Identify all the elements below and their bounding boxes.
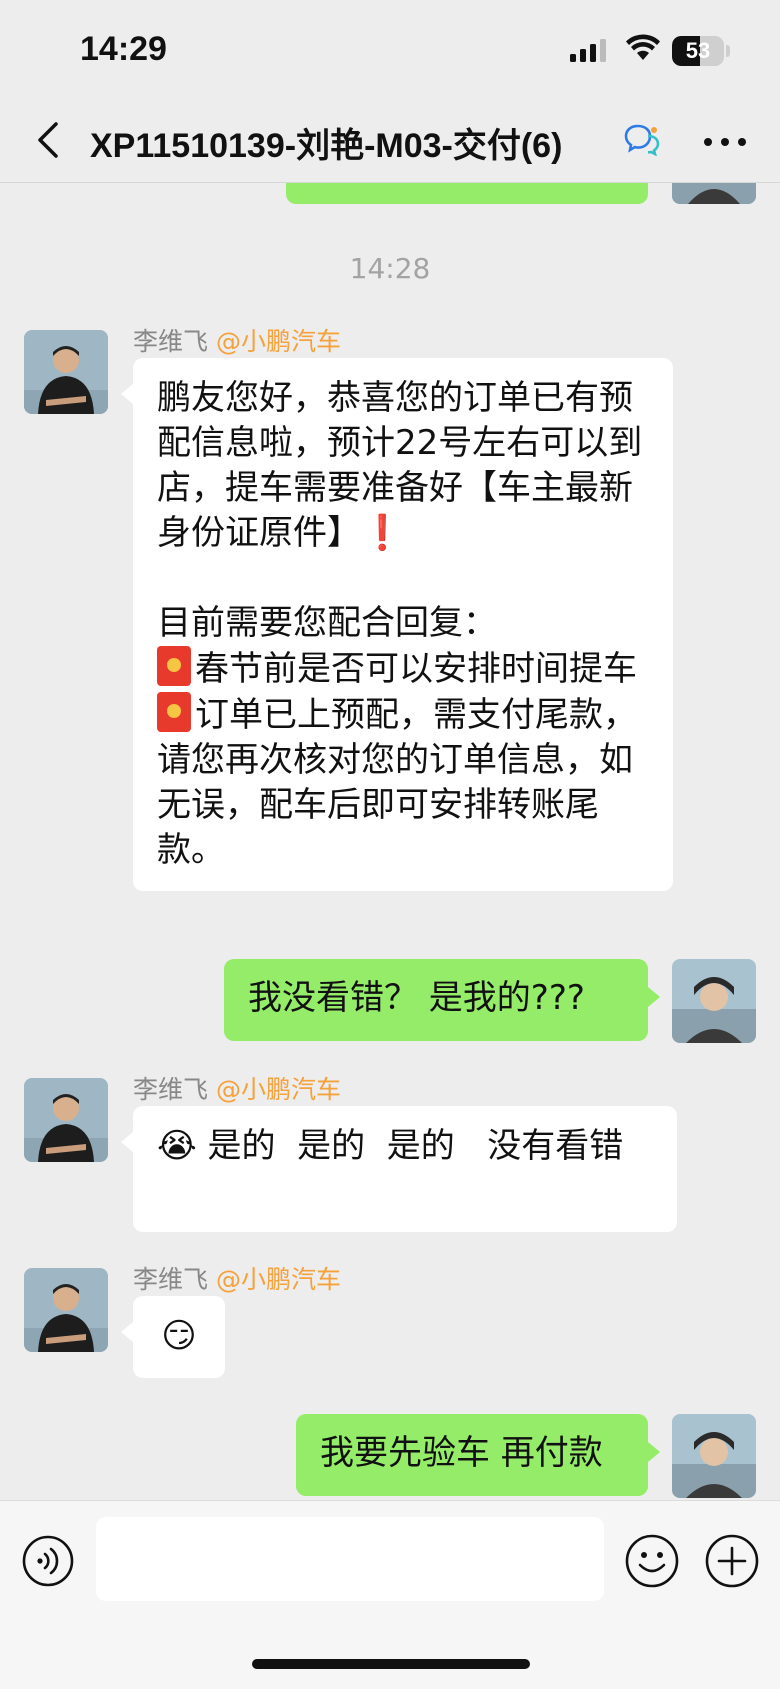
voice-icon[interactable] [22, 1535, 74, 1587]
status-bar: 14:29 53 [0, 0, 780, 100]
message-text: 是的 是的 是的 没有看错 [196, 1126, 624, 1166]
sender-display-name: 李维飞 [133, 1075, 209, 1104]
message-text: 目前需要您配合回复： [157, 603, 497, 643]
status-time: 14:29 [80, 30, 167, 68]
red-envelope-icon [157, 646, 191, 686]
more-dots-icon[interactable] [700, 122, 750, 162]
avatar[interactable] [672, 1414, 756, 1498]
message-bubble[interactable]: 我没看错？ 是我的??? [224, 959, 660, 1041]
message-bubble[interactable]: 鹏友您好，恭喜您的订单已有预配信息啦，预计22号左右可以到店，提车需要准备好【车… [121, 358, 673, 891]
sender-org-tag: @小鹏汽车 [215, 327, 341, 356]
wifi-icon [626, 34, 660, 60]
avatar[interactable] [24, 330, 108, 414]
avatar[interactable] [24, 1078, 108, 1162]
chat-message-list[interactable]: 14:28 李维飞 @小鹏汽车 鹏友您好，恭喜您的订单已有预配信息啦，预计22号… [0, 182, 780, 1500]
home-indicator[interactable] [252, 1659, 530, 1669]
message-bubble[interactable]: 😭 是的 是的 是的 没有看错 [121, 1106, 677, 1232]
avatar[interactable] [672, 959, 756, 1043]
plus-icon[interactable] [704, 1533, 760, 1589]
sender-display-name: 李维飞 [133, 1265, 209, 1294]
avatar[interactable] [24, 1268, 108, 1352]
sender-org-tag: @小鹏汽车 [215, 1075, 341, 1104]
chat-bubbles-icon[interactable] [624, 122, 660, 156]
message-text: 订单已上预配，需支付尾款，请您再次核对您的订单信息，如无误，配车后即可安排转账尾… [157, 695, 637, 870]
sender-org-tag: @小鹏汽车 [215, 1265, 341, 1294]
avatar[interactable] [672, 182, 756, 204]
cellular-signal-icon [570, 39, 606, 62]
input-bar [0, 1500, 780, 1689]
message-bubble[interactable]: 😏 [121, 1296, 225, 1378]
battery-icon: 53 [672, 36, 724, 66]
message-bubble[interactable]: 我要先验车 再付款 [296, 1414, 660, 1496]
exclamation-emoji: ❗ [361, 513, 404, 553]
message-text: 我没看错？ 是我的??? [248, 978, 585, 1018]
smirk-emoji: 😏 [161, 1316, 197, 1356]
battery-nub [726, 45, 730, 57]
message-text: 我要先验车 再付款 [320, 1433, 603, 1473]
red-envelope-icon [157, 692, 191, 732]
message-text: 春节前是否可以安排时间提车 [195, 649, 637, 689]
message-timestamp: 14:28 [349, 252, 431, 285]
sender-name: 李维飞 @小鹏汽车 [133, 1070, 341, 1106]
emoji-icon[interactable] [624, 1533, 680, 1589]
message-bubble-partial[interactable] [286, 182, 648, 204]
sender-name: 李维飞 @小鹏汽车 [133, 1260, 341, 1296]
chat-title[interactable]: XP11510139-刘艳-M03-交付(6) [90, 118, 562, 167]
chevron-left-icon[interactable] [30, 118, 74, 162]
sender-name: 李维飞 @小鹏汽车 [133, 322, 341, 358]
message-input[interactable] [96, 1517, 604, 1601]
crying-face-emoji: 😭 [157, 1126, 197, 1166]
chat-header: XP11510139-刘艳-M03-交付(6) [0, 100, 780, 183]
sender-display-name: 李维飞 [133, 327, 209, 356]
battery-level: 53 [685, 38, 711, 63]
